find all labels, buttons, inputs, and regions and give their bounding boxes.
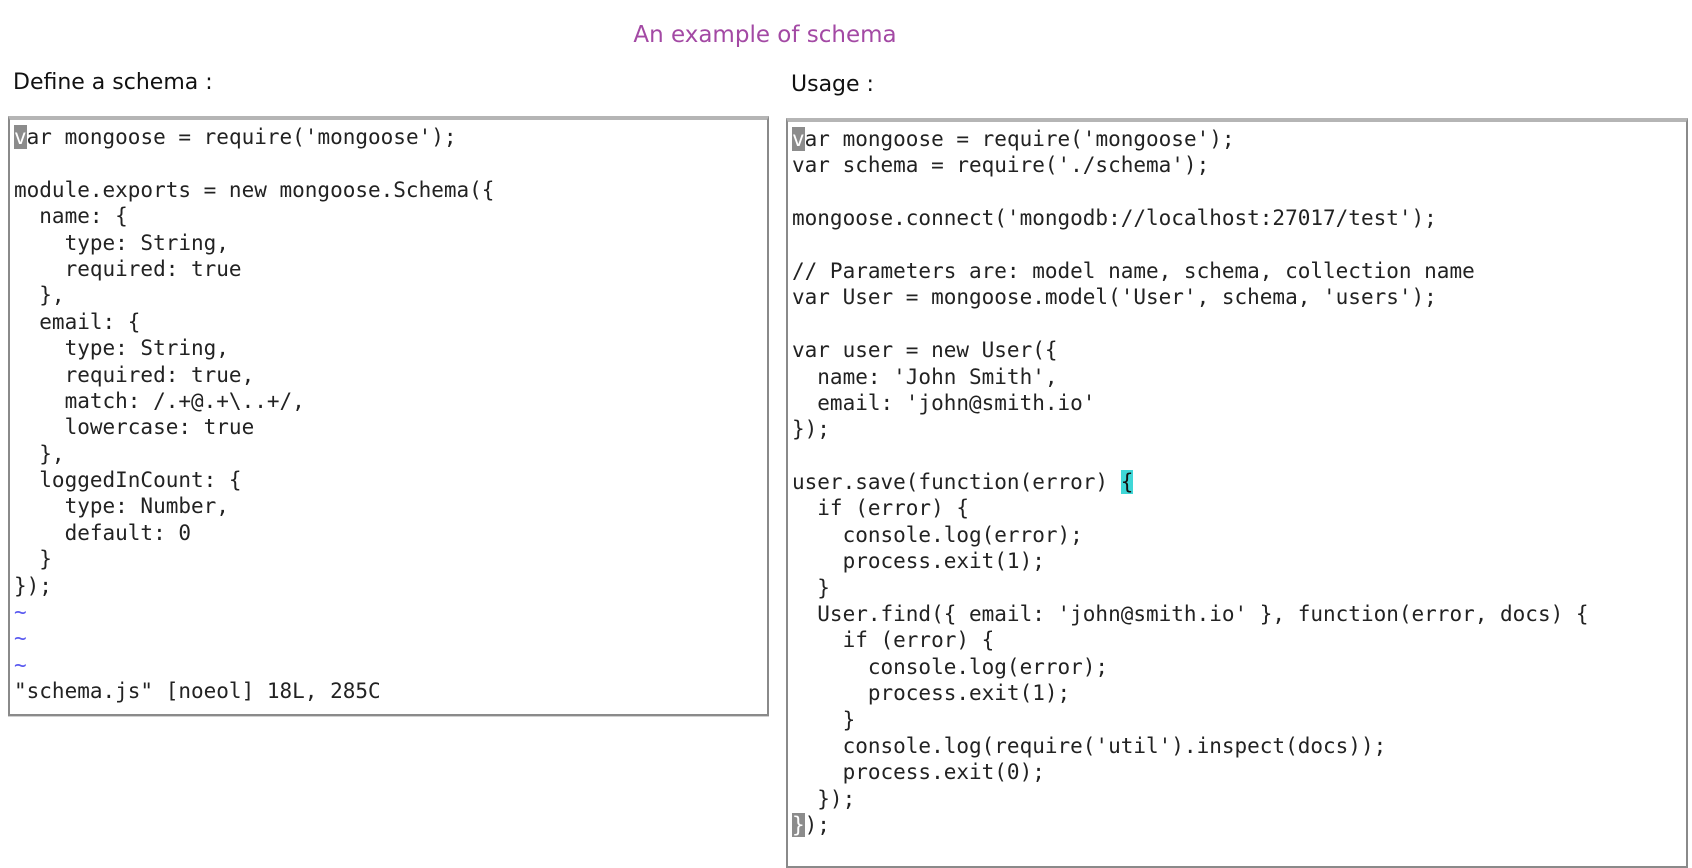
terminal-cursor: } xyxy=(792,813,805,838)
code-line: }); xyxy=(792,786,856,811)
schema-terminal-window[interactable]: var mongoose = require('mongoose'); modul… xyxy=(8,116,769,716)
code-line: }); xyxy=(14,573,52,598)
usage-terminal-window[interactable]: var mongoose = require('mongoose'); var s… xyxy=(786,118,1688,868)
code-line: var User = mongoose.model('User', schema… xyxy=(792,285,1437,310)
code-line: }); xyxy=(792,813,830,838)
code-line: required: true, xyxy=(14,362,255,387)
code-line: match: /.+@.+\..+/, xyxy=(14,388,305,413)
code-line: default: 0 xyxy=(14,520,192,545)
usage-code-block: var mongoose = require('mongoose'); var s… xyxy=(788,122,1686,839)
code-line: User.find({ email: 'john@smith.io' }, fu… xyxy=(792,602,1589,627)
terminal-cursor: v xyxy=(792,127,805,151)
code-line: var mongoose = require('mongoose'); xyxy=(14,125,457,149)
code-line: type: Number, xyxy=(14,494,229,519)
empty-line-tilde: ~ xyxy=(14,652,27,677)
code-line: type: String, xyxy=(14,230,229,255)
code-line: console.log(require('util').inspect(docs… xyxy=(792,733,1387,758)
schema-code-block: var mongoose = require('mongoose'); modul… xyxy=(10,120,767,705)
code-line: var user = new User({ xyxy=(792,338,1058,363)
code-line: name: { xyxy=(14,204,128,229)
empty-line-tilde: ~ xyxy=(14,600,27,625)
define-schema-label: Define a schema : xyxy=(13,70,213,95)
code-line: console.log(error); xyxy=(792,522,1083,547)
code-line: module.exports = new mongoose.Schema({ xyxy=(14,177,495,202)
code-line: // Parameters are: model name, schema, c… xyxy=(792,258,1475,283)
code-line: user.save(function(error) { xyxy=(792,470,1134,495)
code-line: type: String, xyxy=(14,336,229,361)
vim-status-line: "schema.js" [noeol] 18L, 285C xyxy=(14,679,381,704)
code-line: } xyxy=(792,575,830,600)
code-line: email: 'john@smith.io' xyxy=(792,390,1096,415)
code-line: if (error) { xyxy=(792,496,970,521)
code-line: var mongoose = require('mongoose'); xyxy=(792,127,1235,151)
code-line: name: 'John Smith', xyxy=(792,364,1058,389)
usage-label: Usage : xyxy=(791,72,874,97)
code-line: email: { xyxy=(14,309,141,334)
code-line: if (error) { xyxy=(792,628,995,653)
code-line: var schema = require('./schema'); xyxy=(792,153,1210,178)
code-line: lowercase: true xyxy=(14,415,255,440)
matching-brace-highlight: { xyxy=(1120,470,1134,495)
code-line: loggedInCount: { xyxy=(14,468,242,493)
code-line: console.log(error); xyxy=(792,654,1109,679)
terminal-cursor: v xyxy=(14,125,27,149)
code-line: required: true xyxy=(14,256,242,281)
empty-line-tilde: ~ xyxy=(14,626,27,651)
code-line: process.exit(1); xyxy=(792,549,1045,574)
code-line: }, xyxy=(14,283,65,308)
code-line: } xyxy=(792,707,856,732)
code-line: process.exit(1); xyxy=(792,681,1071,706)
code-line: process.exit(0); xyxy=(792,760,1045,785)
code-line: mongoose.connect('mongodb://localhost:27… xyxy=(792,206,1437,231)
code-line: }, xyxy=(14,441,65,466)
slide-title: An example of schema xyxy=(633,22,897,48)
code-line: } xyxy=(14,547,52,572)
code-line: }); xyxy=(792,417,830,442)
